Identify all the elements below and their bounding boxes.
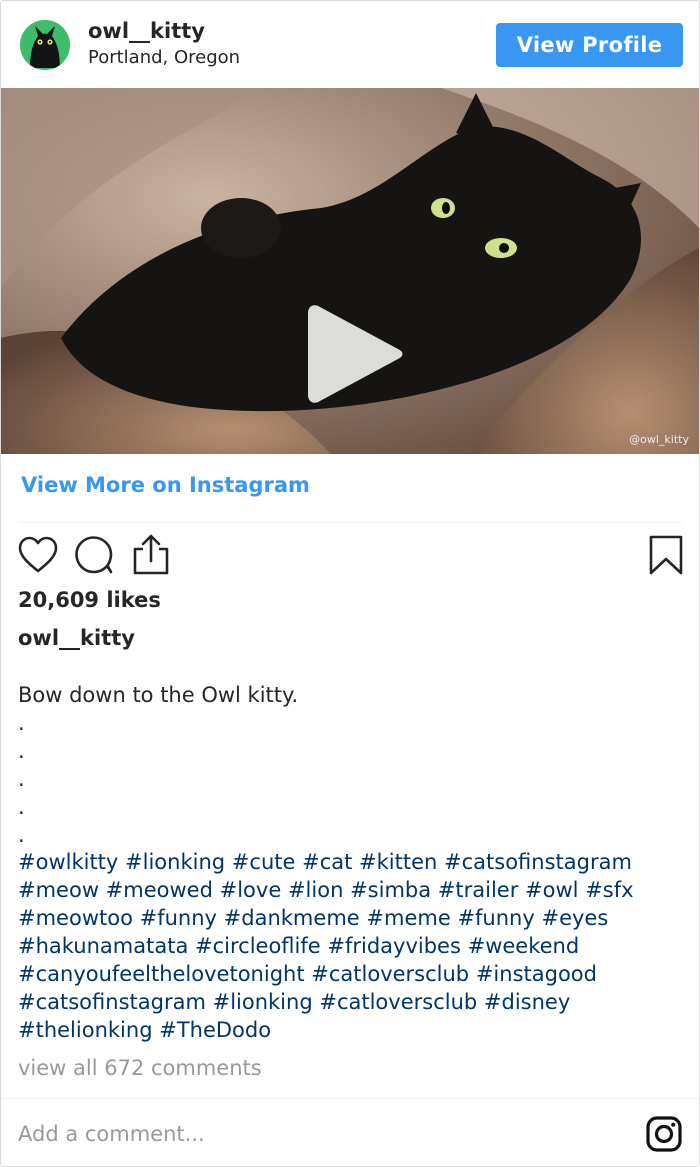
hashtag-list: #owlkitty #lionking #cute #cat #kitten #… (18, 848, 683, 1044)
hashtag-link[interactable]: #cute (232, 850, 296, 874)
hashtag-link[interactable]: #instagood (476, 962, 597, 986)
hashtag-line: #thelionking #TheDodo (18, 1016, 683, 1044)
view-profile-button[interactable]: View Profile (496, 23, 683, 67)
hashtag-link[interactable]: #hakunamatata (18, 934, 188, 958)
caption-username[interactable]: owl__kitty (18, 626, 135, 650)
hashtag-link[interactable]: #dankmeme (224, 906, 360, 930)
hashtag-link[interactable]: #circleoflife (195, 934, 321, 958)
header-username[interactable]: owl__kitty (88, 19, 205, 43)
hashtag-link[interactable]: #fridayvibes (327, 934, 461, 958)
caption-line: . (18, 795, 25, 819)
view-all-comments-link[interactable]: view all 672 comments (18, 1056, 262, 1080)
hashtag-link[interactable]: #catsofinstagram (18, 990, 206, 1014)
hashtag-line: #meowtoo #funny #dankmeme #meme #funny #… (18, 904, 683, 932)
hashtag-link[interactable]: #love (220, 878, 282, 902)
hashtag-link[interactable]: #lionking (125, 850, 225, 874)
post-header: owl__kitty Portland, Oregon View Profile (1, 1, 699, 87)
hashtag-link[interactable]: #trailer (438, 878, 519, 902)
instagram-logo-icon[interactable] (646, 1116, 682, 1152)
hashtag-line: #catsofinstagram #lionking #catloversclu… (18, 988, 683, 1016)
hashtag-link[interactable]: #eyes (541, 906, 608, 930)
hashtag-line: #owlkitty #lionking #cute #cat #kitten #… (18, 848, 683, 876)
hashtag-link[interactable]: #weekend (468, 934, 580, 958)
hashtag-link[interactable]: #owlkitty (18, 850, 118, 874)
hashtag-link[interactable]: #thelionking (18, 1018, 153, 1042)
hashtag-link[interactable]: #meme (366, 906, 450, 930)
hashtag-link[interactable]: #catloversclub (319, 990, 477, 1014)
caption-text: Bow down to the Owl kitty. . . . . . (18, 681, 678, 849)
hashtag-link[interactable]: #lionking (213, 990, 313, 1014)
hashtag-link[interactable]: #meowed (106, 878, 213, 902)
hashtag-link[interactable]: #sfx (585, 878, 633, 902)
hashtag-link[interactable]: #catloversclub (311, 962, 469, 986)
divider (18, 522, 682, 523)
comment-icon[interactable] (74, 535, 114, 575)
divider (1, 1098, 699, 1099)
hashtag-link[interactable]: #TheDodo (159, 1018, 271, 1042)
caption-line: . (18, 739, 25, 763)
hashtag-link[interactable]: #funny (457, 906, 534, 930)
hashtag-link[interactable]: #simba (350, 878, 431, 902)
share-icon[interactable] (132, 534, 170, 576)
avatar[interactable] (20, 20, 70, 70)
header-location[interactable]: Portland, Oregon (88, 47, 240, 68)
hashtag-link[interactable]: #cat (302, 850, 352, 874)
hashtag-link[interactable]: #canyoufeelthelovetonight (18, 962, 305, 986)
hashtag-line: #meow #meowed #love #lion #simba #traile… (18, 876, 683, 904)
add-comment-input[interactable] (18, 1116, 618, 1152)
hashtag-link[interactable]: #catsofinstagram (444, 850, 632, 874)
hashtag-link[interactable]: #disney (484, 990, 570, 1014)
hashtag-link[interactable]: #owl (525, 878, 578, 902)
bookmark-icon[interactable] (649, 535, 683, 575)
hashtag-link[interactable]: #lion (288, 878, 343, 902)
view-more-on-instagram-link[interactable]: View More on Instagram (21, 473, 310, 497)
caption-line: . (18, 711, 25, 735)
likes-count[interactable]: 20,609 likes (18, 588, 161, 612)
video-watermark: @owl_kitty (629, 433, 689, 446)
hashtag-link[interactable]: #funny (140, 906, 217, 930)
caption-line: . (18, 823, 25, 847)
caption-line: Bow down to the Owl kitty. (18, 683, 299, 707)
heart-icon[interactable] (18, 536, 58, 574)
hashtag-link[interactable]: #kitten (359, 850, 437, 874)
hashtag-line: #hakunamatata #circleoflife #fridayvibes… (18, 932, 683, 960)
hashtag-link[interactable]: #meow (18, 878, 99, 902)
hashtag-line: #canyoufeelthelovetonight #catloversclub… (18, 960, 683, 988)
play-icon[interactable] (306, 303, 406, 405)
caption-line: . (18, 767, 25, 791)
instagram-embed-card: owl__kitty Portland, Oregon View Profile (0, 0, 700, 1167)
hashtag-link[interactable]: #meowtoo (18, 906, 133, 930)
post-video[interactable]: @owl_kitty (1, 88, 699, 454)
